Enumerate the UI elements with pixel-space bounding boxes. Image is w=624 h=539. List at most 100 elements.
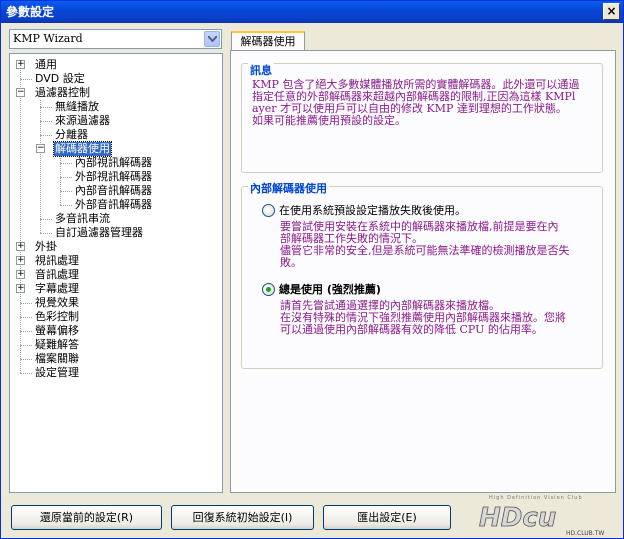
- tree-item-label: 字幕處理: [35, 282, 79, 295]
- tree-item[interactable]: + 外掛: [10, 240, 220, 254]
- tree-item-label: 多音訊串流: [55, 212, 110, 225]
- tree-item[interactable]: 檔案關聯: [10, 352, 220, 366]
- tree-item[interactable]: + 字幕處理: [10, 282, 220, 296]
- tree-connector: [20, 303, 32, 304]
- radio-always[interactable]: [262, 283, 275, 296]
- tree-item[interactable]: 分離器: [10, 128, 220, 142]
- tree-item-label: 來源過濾器: [55, 114, 110, 127]
- tree-item-label: 音訊處理: [35, 268, 79, 281]
- tree-item-label: 過濾器控制: [35, 86, 90, 99]
- reset-current-button[interactable]: 還原當前的設定(R): [11, 505, 162, 530]
- tree-item[interactable]: 無縫播放: [10, 100, 220, 114]
- tree-connector: [20, 345, 32, 346]
- tree-item-label: 視訊處理: [35, 254, 79, 267]
- decoder-title: 內部解碼器使用: [248, 180, 329, 196]
- restore-defaults-button[interactable]: 回復系統初始設定(I): [171, 505, 314, 530]
- expand-icon[interactable]: +: [16, 284, 25, 293]
- decoder-group: 內部解碼器使用 在使用系統預設設定播放失敗後使用。 要嘗試使用安裝在系統中的解碼…: [241, 180, 603, 369]
- tree-item-label: 色彩控制: [35, 310, 79, 323]
- tree-item-label: 自訂過濾器管理器: [55, 226, 143, 239]
- reset-current-label: 還原當前的設定(R): [39, 511, 134, 524]
- tree-connector: [60, 191, 72, 192]
- hdclub-watermark-logo: High Definition Vision Club HDcu HD.CLUB…: [479, 495, 605, 537]
- expand-icon[interactable]: +: [16, 256, 25, 265]
- info-title: 訊息: [248, 62, 274, 78]
- tree-connector: [40, 107, 52, 108]
- tree-item-label: 外部音訊解碼器: [75, 198, 152, 211]
- export-settings-label: 匯出設定(E): [357, 511, 417, 524]
- tab-label: 解碼器使用: [240, 35, 296, 48]
- window-title: 參數設定: [6, 5, 55, 19]
- info-group: 訊息 KMP 包含了絕大多數媒體播放所需的實體解碼器。此外還可以通過 指定任意的…: [241, 62, 603, 173]
- tree-connector: [20, 359, 32, 360]
- tree-item[interactable]: 內部音訊解碼器: [10, 184, 220, 198]
- tree-item[interactable]: 外部音訊解碼器: [10, 198, 220, 212]
- tree-item[interactable]: 外部視訊解碼器: [10, 170, 220, 184]
- tree-item-label: 設定管理: [35, 366, 79, 379]
- tab-panel: 訊息 KMP 包含了絕大多數媒體播放所需的實體解碼器。此外還可以通過 指定任意的…: [230, 50, 616, 493]
- watermark-tagline: High Definition Vision Club: [489, 495, 583, 501]
- tree-item[interactable]: 疑難解答: [10, 338, 220, 352]
- dropdown-button[interactable]: [204, 31, 220, 47]
- radio-always-label[interactable]: 總是使用 (強烈推薦): [279, 283, 381, 296]
- option1-desc: 儘管它非常的安全,但是系統可能無法準確的檢測播放是否失: [280, 244, 570, 257]
- restore-defaults-label: 回復系統初始設定(I): [192, 511, 293, 524]
- tree-item[interactable]: + 視訊處理: [10, 254, 220, 268]
- tree-item-label: 視覺效果: [35, 296, 79, 309]
- collapse-icon[interactable]: −: [36, 144, 45, 153]
- collapse-icon[interactable]: −: [16, 88, 25, 97]
- watermark-url: HD.CLUB.TW: [566, 530, 604, 537]
- settings-window: 參數設定 × KMP Wizard + 通用 DVD 設定 − 過濾器控制 無縫播放 來源過…: [0, 0, 624, 539]
- tree-item[interactable]: 自訂過濾器管理器: [10, 226, 220, 240]
- tree-item[interactable]: + 通用: [10, 58, 220, 72]
- tree-item[interactable]: − 過濾器控制: [10, 86, 220, 100]
- tree-item[interactable]: 色彩控制: [10, 310, 220, 324]
- tree-item-label: 檔案關聯: [35, 352, 79, 365]
- tree-item[interactable]: + 音訊處理: [10, 268, 220, 282]
- tree-connector: [40, 121, 52, 122]
- expand-icon[interactable]: +: [16, 60, 25, 69]
- tree-connector: [60, 205, 72, 206]
- option2-desc: 可以通過使用內部解碼器有效的降低 CPU 的佔用率。: [280, 323, 543, 336]
- tree-item[interactable]: 內部視訊解碼器: [10, 156, 220, 170]
- tree-item[interactable]: − 解碼器使用: [10, 141, 220, 157]
- tree-item-label: 疑難解答: [35, 338, 79, 351]
- tree-item-label: 螢幕偏移: [35, 324, 79, 337]
- tree-connector: [20, 317, 32, 318]
- tree-connector: [40, 233, 52, 234]
- tree-item-label: 無縫播放: [55, 100, 99, 113]
- tab-decoder-usage[interactable]: 解碼器使用: [231, 31, 305, 51]
- tree-item-label: 外部視訊解碼器: [75, 170, 152, 183]
- tree-item[interactable]: 設定管理: [10, 366, 220, 380]
- title-bar: 參數設定 ×: [1, 1, 623, 23]
- close-icon: ×: [606, 4, 617, 18]
- tree-item-label: 內部音訊解碼器: [75, 184, 152, 197]
- close-button[interactable]: ×: [603, 3, 620, 20]
- export-settings-button[interactable]: 匯出設定(E): [323, 505, 451, 530]
- tree-item-label: 內部視訊解碼器: [75, 156, 152, 169]
- tree-connector: [20, 373, 32, 374]
- chevron-down-icon: [208, 36, 217, 42]
- radio-selected-dot: [266, 287, 271, 292]
- tree-item-label: 解碼器使用: [53, 141, 112, 157]
- radio-fallback[interactable]: [262, 204, 275, 217]
- tree-item[interactable]: 螢幕偏移: [10, 324, 220, 338]
- tree-connector: [40, 135, 52, 136]
- tree-connector: [20, 79, 32, 80]
- tree-item[interactable]: 視覺效果: [10, 296, 220, 310]
- tree-item[interactable]: 多音訊串流: [10, 212, 220, 226]
- radio-fallback-label[interactable]: 在使用系統預設設定播放失敗後使用。: [279, 204, 466, 217]
- preset-dropdown[interactable]: KMP Wizard: [9, 29, 222, 49]
- settings-tree[interactable]: + 通用 DVD 設定 − 過濾器控制 無縫播放 來源過濾器 分離器 − 解碼器使用 內部視訊解碼器…: [9, 53, 223, 493]
- preset-value: KMP Wizard: [13, 32, 83, 45]
- tree-item[interactable]: DVD 設定: [10, 72, 220, 86]
- tree-item-label: DVD 設定: [35, 72, 85, 85]
- expand-icon[interactable]: +: [16, 242, 25, 251]
- info-line: 如果可能推薦使用預設的設定。: [252, 114, 406, 127]
- tree-item[interactable]: 來源過濾器: [10, 114, 220, 128]
- tree-item-label: 外掛: [35, 240, 57, 253]
- expand-icon[interactable]: +: [16, 270, 25, 279]
- tree-connector: [20, 331, 32, 332]
- tree-item-label: 分離器: [55, 128, 88, 141]
- tree-item-label: 通用: [35, 58, 57, 71]
